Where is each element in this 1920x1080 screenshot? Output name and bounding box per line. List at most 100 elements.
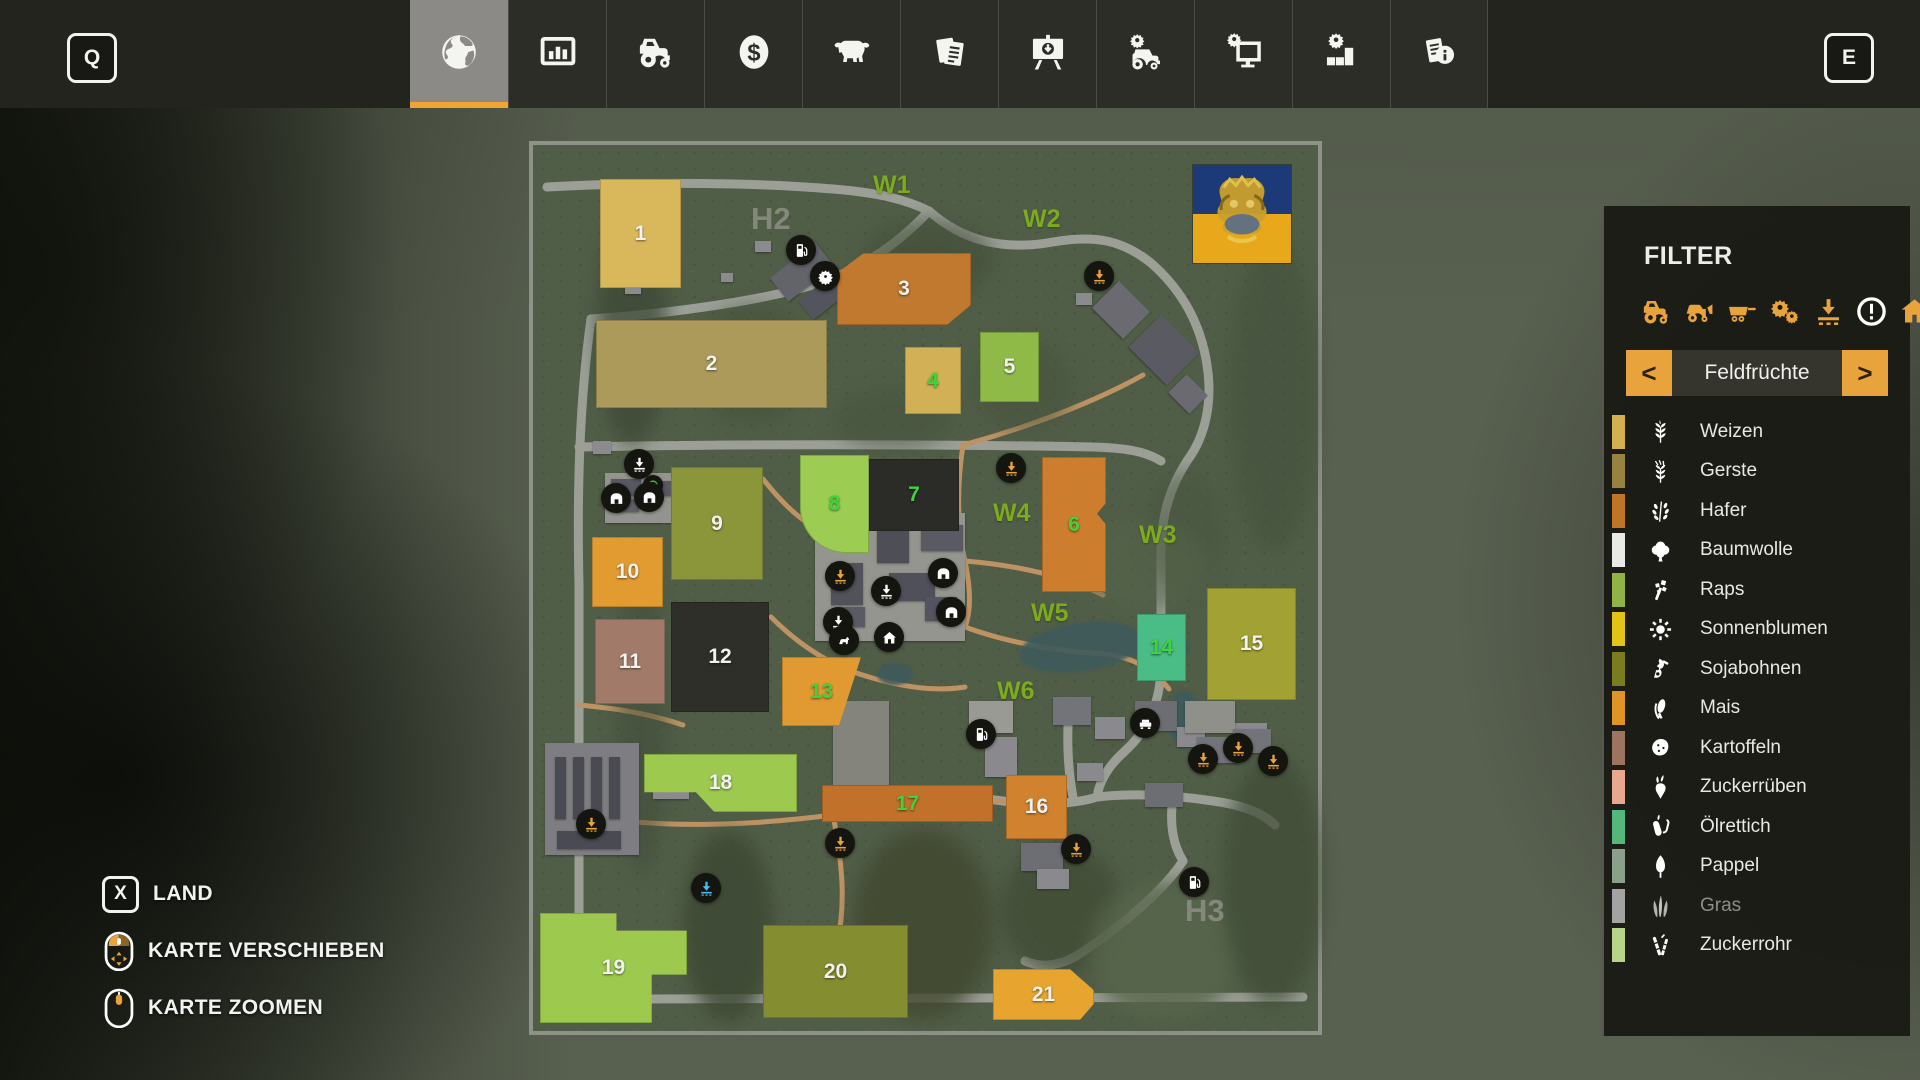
poi-barn-icon[interactable] — [928, 558, 958, 588]
field-6[interactable]: 6 — [1042, 457, 1106, 592]
map-label-W3: W3 — [1139, 521, 1177, 550]
field-2[interactable]: 2 — [596, 320, 827, 408]
crop-label: Weizen — [1700, 421, 1763, 443]
crop-row[interactable]: Raps — [1604, 570, 1910, 610]
poi-service-icon[interactable] — [810, 261, 840, 291]
harvester-icon[interactable] — [1683, 295, 1716, 328]
crop-label: Gerste — [1700, 460, 1757, 482]
tractor-icon[interactable] — [1640, 295, 1673, 328]
poi-fuel-icon[interactable] — [1179, 867, 1209, 897]
field-5[interactable]: 5 — [980, 332, 1039, 402]
building — [1053, 697, 1091, 725]
selector-label: Feldfrüchte — [1672, 350, 1842, 396]
hint-pan-map: KARTE VERSCHIEBEN — [102, 929, 385, 973]
crop-row[interactable]: Ölrettich — [1604, 807, 1910, 847]
crop-row[interactable]: Mais — [1604, 689, 1910, 729]
field-11[interactable]: 11 — [595, 619, 665, 704]
crop-row[interactable]: Sonnenblumen — [1604, 610, 1910, 650]
tab-statistics[interactable] — [508, 0, 606, 108]
selector-prev-button[interactable]: < — [1626, 350, 1672, 396]
field-1[interactable]: 1 — [600, 179, 681, 288]
terrain-patch — [683, 831, 773, 1021]
tab-production-chains[interactable] — [1292, 0, 1390, 108]
corn-icon — [1647, 695, 1674, 722]
field-9[interactable]: 9 — [671, 467, 763, 580]
info-icon — [1418, 31, 1460, 78]
field-15[interactable]: 15 — [1207, 588, 1296, 700]
filter-category-row — [1640, 295, 1910, 328]
field-number: 12 — [708, 645, 731, 669]
gears-icon[interactable] — [1769, 295, 1802, 328]
home-icon[interactable] — [1898, 295, 1920, 328]
field-3[interactable]: 3 — [837, 253, 971, 325]
poi-fuel-icon[interactable] — [966, 719, 996, 749]
building — [1185, 701, 1235, 733]
tab-finances[interactable]: $ — [704, 0, 802, 108]
crop-row[interactable]: Gras — [1604, 886, 1910, 926]
hint-pan-label: KARTE VERSCHIEBEN — [148, 939, 385, 963]
tab-help[interactable] — [1390, 0, 1488, 108]
poi-barn-icon[interactable] — [601, 483, 631, 513]
field-12[interactable]: 12 — [671, 602, 769, 712]
poi-fuel-icon[interactable] — [786, 235, 816, 265]
tab-map[interactable] — [410, 0, 508, 108]
poi-unload-icon[interactable] — [996, 453, 1026, 483]
poi-unload-icon[interactable] — [1258, 746, 1288, 776]
poi-unload-icon[interactable] — [871, 576, 901, 606]
field-10[interactable]: 10 — [592, 537, 663, 607]
field-number: 2 — [706, 352, 718, 376]
poi-unload-icon[interactable] — [691, 873, 721, 903]
tab-garage[interactable] — [1096, 0, 1194, 108]
crop-swatch — [1612, 889, 1625, 923]
map-label-H2: H2 — [751, 201, 791, 237]
crop-row[interactable]: Baumwolle — [1604, 531, 1910, 571]
field-7[interactable]: 7 — [869, 459, 959, 531]
building — [755, 241, 771, 252]
crop-row[interactable]: Zuckerrüben — [1604, 768, 1910, 808]
field-number: 11 — [619, 650, 641, 674]
crop-row[interactable]: Weizen — [1604, 412, 1910, 452]
poi-unload-icon[interactable] — [1223, 733, 1253, 763]
poi-animal-icon[interactable] — [829, 625, 859, 655]
prev-page-key-badge: Q — [67, 33, 117, 83]
crop-row[interactable]: Hafer — [1604, 491, 1910, 531]
unload-point-icon[interactable] — [1812, 295, 1845, 328]
terrain-patch — [1229, 241, 1319, 551]
poi-scale-icon[interactable] — [1130, 708, 1160, 738]
tab-computer[interactable] — [1194, 0, 1292, 108]
poi-unload-icon[interactable] — [576, 809, 606, 839]
warning-icon[interactable] — [1855, 295, 1888, 328]
poi-barn-icon[interactable] — [936, 597, 966, 627]
crop-swatch — [1612, 810, 1625, 844]
filter-title: FILTER — [1644, 242, 1910, 271]
tab-production-board[interactable] — [998, 0, 1096, 108]
tab-animals[interactable] — [802, 0, 900, 108]
building — [609, 757, 620, 819]
field-16[interactable]: 16 — [1006, 775, 1067, 839]
field-number: 13 — [810, 680, 833, 704]
poi-unload-icon[interactable] — [825, 828, 855, 858]
crop-row[interactable]: Gerste — [1604, 452, 1910, 492]
poi-unload-icon[interactable] — [1061, 834, 1091, 864]
poi-unload-icon[interactable] — [1084, 261, 1114, 291]
crop-row[interactable]: Zuckerrohr — [1604, 926, 1910, 966]
trailer-icon[interactable] — [1726, 295, 1759, 328]
crop-swatch — [1612, 691, 1625, 725]
tractor-gear-icon — [1125, 31, 1167, 78]
field-20[interactable]: 20 — [763, 925, 908, 1018]
poi-unload-icon[interactable] — [1188, 744, 1218, 774]
filter-type-selector: < Feldfrüchte > — [1626, 350, 1888, 396]
poi-barn-icon[interactable] — [634, 482, 664, 512]
poi-unload-icon[interactable] — [825, 561, 855, 591]
selector-next-button[interactable]: > — [1842, 350, 1888, 396]
field-14[interactable]: 14 — [1137, 614, 1186, 681]
field-4[interactable]: 4 — [905, 347, 961, 414]
poi-house-icon[interactable] — [874, 622, 904, 652]
tab-vehicles[interactable] — [606, 0, 704, 108]
crop-row[interactable]: Kartoffeln — [1604, 728, 1910, 768]
tab-contracts[interactable] — [900, 0, 998, 108]
crop-row[interactable]: Sojabohnen — [1604, 649, 1910, 689]
map-viewport[interactable]: 123456789101112131415161718192021H2H3W1W… — [529, 141, 1322, 1035]
crop-row[interactable]: Pappel — [1604, 847, 1910, 887]
field-17[interactable]: 17 — [822, 785, 993, 822]
